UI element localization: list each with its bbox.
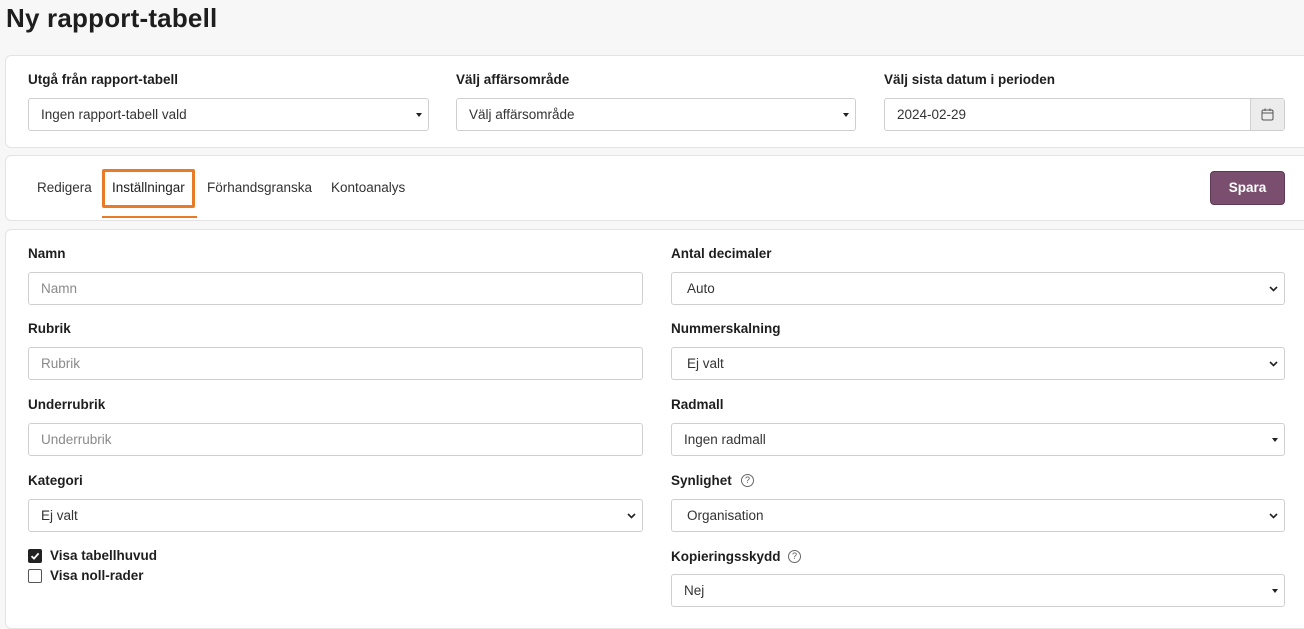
help-circle-icon[interactable]: ? (741, 474, 754, 487)
rubrik-input[interactable]: Rubrik (28, 347, 643, 380)
kategori-label: Kategori (28, 473, 83, 488)
kategori-select[interactable]: Ej valt (28, 499, 643, 532)
visibility-select[interactable]: Organisation (671, 499, 1285, 532)
chevron-down-icon (1269, 513, 1278, 519)
name-placeholder: Namn (41, 281, 78, 296)
tab-active-underline (102, 216, 197, 218)
show-zero-rows-checkbox[interactable] (28, 569, 42, 583)
show-header-checkbox[interactable] (28, 549, 42, 563)
rubrik-placeholder: Rubrik (41, 356, 81, 371)
caret-down-icon (416, 113, 422, 117)
page-title: Ny rapport-tabell (6, 3, 218, 33)
decimals-value: Auto (687, 281, 715, 296)
underrubrik-input[interactable]: Underrubrik (28, 423, 643, 456)
chevron-down-icon (627, 513, 636, 519)
business-area-select[interactable]: Välj affärsområde (456, 98, 856, 131)
business-area-value: Välj affärsområde (469, 107, 575, 122)
period-end-date-value: 2024-02-29 (897, 107, 967, 122)
decimals-select[interactable]: Auto (671, 272, 1285, 305)
caret-down-icon (843, 113, 849, 117)
copy-protection-select[interactable]: Nej (671, 574, 1285, 607)
tab-installningar[interactable]: Inställningar (112, 179, 185, 197)
chevron-down-icon (1269, 361, 1278, 367)
underrubrik-placeholder: Underrubrik (41, 432, 112, 447)
row-template-value: Ingen radmall (684, 432, 766, 447)
scaling-label: Nummerskalning (671, 321, 781, 336)
tab-kontoanalys[interactable]: Kontoanalys (331, 179, 405, 197)
tabs-card (5, 155, 1304, 221)
period-end-date-label: Välj sista datum i perioden (884, 72, 1056, 87)
scaling-select[interactable]: Ej valt (671, 347, 1285, 380)
base-table-label: Utgå från rapport-tabell (28, 72, 179, 87)
base-table-select[interactable]: Ingen rapport-tabell vald (28, 98, 429, 131)
show-header-label: Visa tabellhuvud (50, 548, 158, 563)
business-area-label: Välj affärsområde (456, 72, 570, 87)
name-label: Namn (28, 246, 66, 261)
decimals-label: Antal decimaler (671, 246, 772, 261)
help-circle-icon[interactable]: ? (788, 550, 801, 563)
kategori-value: Ej valt (41, 508, 78, 523)
show-zero-rows-label: Visa noll-rader (50, 568, 144, 583)
save-button[interactable]: Spara (1210, 171, 1285, 205)
copy-protection-value: Nej (684, 583, 705, 598)
caret-down-icon (1272, 589, 1278, 593)
row-template-select[interactable]: Ingen radmall (671, 423, 1285, 456)
visibility-value: Organisation (687, 508, 764, 523)
tab-forhandsgranska[interactable]: Förhandsgranska (207, 179, 312, 197)
checkmark-icon (30, 552, 40, 560)
calendar-button[interactable] (1250, 99, 1284, 130)
row-template-label: Radmall (671, 397, 724, 412)
period-end-date-input[interactable]: 2024-02-29 (884, 98, 1285, 131)
underrubrik-label: Underrubrik (28, 397, 106, 412)
calendar-icon (1261, 108, 1274, 121)
tab-redigera[interactable]: Redigera (37, 179, 92, 197)
copy-protection-label: Kopieringsskydd (671, 549, 781, 564)
rubrik-label: Rubrik (28, 321, 71, 336)
base-table-value: Ingen rapport-tabell vald (41, 107, 187, 122)
name-input[interactable]: Namn (28, 272, 643, 305)
scaling-value: Ej valt (687, 356, 724, 371)
chevron-down-icon (1269, 286, 1278, 292)
caret-down-icon (1272, 438, 1278, 442)
visibility-label: Synlighet (671, 473, 732, 488)
